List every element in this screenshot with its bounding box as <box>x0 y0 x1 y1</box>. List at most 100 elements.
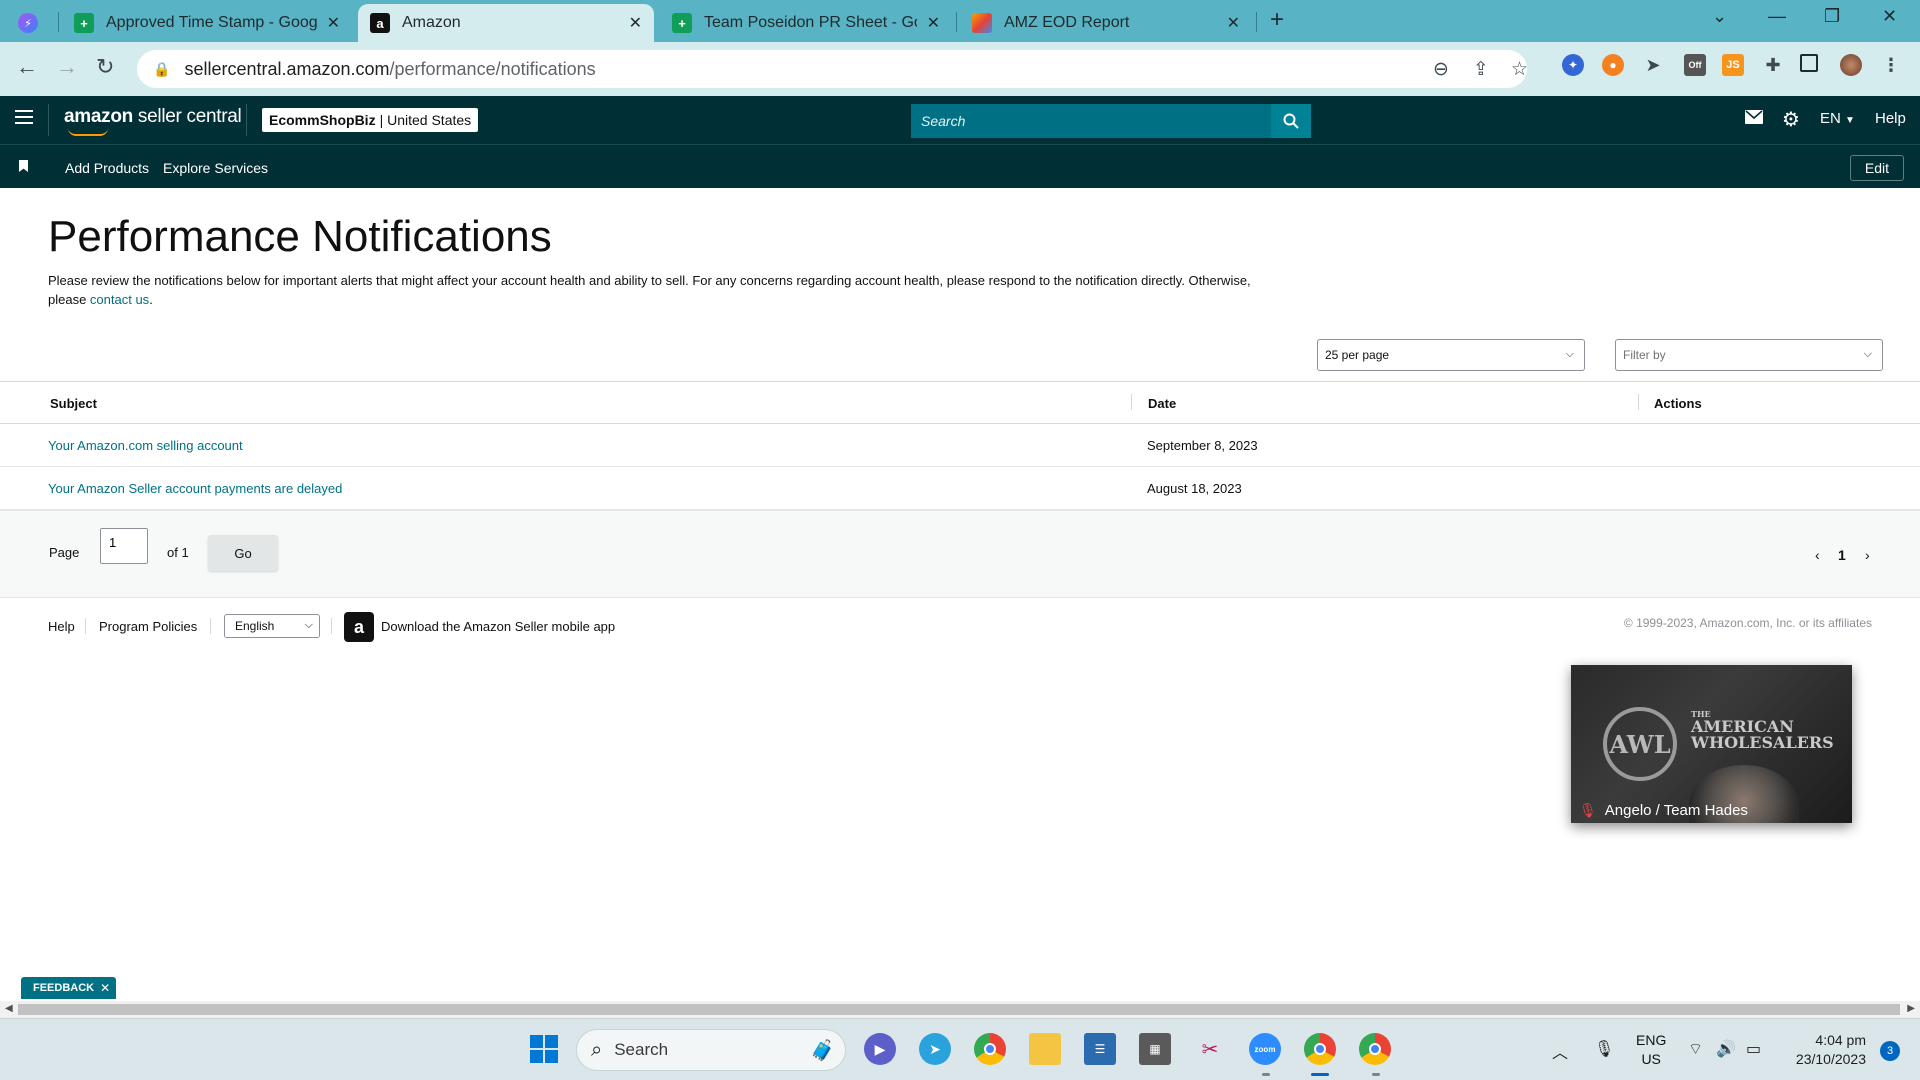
feedback-label: FEEDBACK <box>33 982 95 994</box>
meet-app-icon[interactable]: ▶ <box>864 1033 896 1065</box>
current-page-number[interactable]: 1 <box>1838 547 1846 563</box>
reload-icon[interactable]: ↻ <box>96 54 114 80</box>
address-bar[interactable]: 🔒 sellercentral.amazon.com/performance/n… <box>137 50 1528 88</box>
footer-language-select[interactable]: English ⌵ <box>224 614 320 638</box>
horizontal-scrollbar[interactable]: ◀ ▶ <box>0 1001 1920 1018</box>
microphone-icon[interactable]: 🎙 <box>1594 1039 1614 1059</box>
browser-tab-strip: ⚡ + Approved Time Stamp - Google ✕ a Ama… <box>0 0 1920 42</box>
mail-icon[interactable] <box>1745 110 1763 128</box>
go-button[interactable]: Go <box>208 535 278 571</box>
settings-gear-icon[interactable]: ⚙ <box>1782 107 1800 132</box>
feedback-button[interactable]: FEEDBACK ✕ <box>21 977 117 999</box>
bookmark-star-icon[interactable]: ☆ <box>1511 58 1528 81</box>
program-policies-link[interactable]: Program Policies <box>99 619 197 634</box>
zoom-app-icon[interactable]: zoom <box>1249 1033 1281 1065</box>
show-hidden-icons-chevron-icon[interactable]: ︿ <box>1552 1039 1568 1063</box>
file-explorer-icon[interactable] <box>1029 1033 1061 1065</box>
column-subject[interactable]: Subject <box>50 396 97 411</box>
restore-icon[interactable]: ❐ <box>1824 6 1840 27</box>
next-page-chevron-icon[interactable]: › <box>1865 547 1870 563</box>
extension-icon[interactable]: ✦ <box>1562 54 1584 76</box>
amazon-seller-app-icon[interactable]: a <box>344 612 374 642</box>
page-number-input[interactable] <box>100 528 148 564</box>
notification-count-badge[interactable]: 3 <box>1880 1041 1900 1061</box>
chrome-icon[interactable] <box>974 1033 1006 1065</box>
account-switcher[interactable]: EcommShopBiz | United States <box>262 108 479 132</box>
bookmark-icon[interactable] <box>19 160 28 172</box>
snipping-tool-icon[interactable]: ✂ <box>1194 1033 1226 1065</box>
close-tab-icon[interactable]: ✕ <box>927 13 940 33</box>
nav-explore-services[interactable]: Explore Services <box>163 160 268 176</box>
telegram-icon[interactable]: ➤ <box>919 1033 951 1065</box>
filter-by-select[interactable]: Filter by ⌵ <box>1615 339 1883 371</box>
close-tab-icon[interactable]: ✕ <box>1227 13 1240 33</box>
filter-placeholder: Filter by <box>1623 348 1666 362</box>
side-panel-icon[interactable] <box>1800 54 1818 72</box>
messenger-tab-icon[interactable]: ⚡ <box>18 4 38 42</box>
nav-add-products[interactable]: Add Products <box>65 160 149 176</box>
lock-icon[interactable]: 🔒 <box>153 61 170 78</box>
tab-team-poseidon[interactable]: + Team Poseidon PR Sheet - Goog ✕ <box>660 4 952 42</box>
wifi-icon[interactable]: ⌔ <box>1688 1039 1703 1059</box>
extensions-puzzle-icon[interactable]: ✚ <box>1762 54 1784 76</box>
minimize-icon[interactable]: — <box>1768 6 1786 27</box>
forward-icon[interactable]: → <box>56 54 78 80</box>
footer-help-link[interactable]: Help <box>48 619 75 634</box>
scroll-left-arrow-icon[interactable]: ◀ <box>5 1003 13 1014</box>
notification-subject-link[interactable]: Your Amazon Seller account payments are … <box>48 481 342 496</box>
browser-menu-icon[interactable]: ⋮ <box>1880 54 1902 76</box>
page-of-label: of 1 <box>167 545 189 560</box>
close-feedback-icon[interactable]: ✕ <box>100 981 110 995</box>
js-extension-icon[interactable]: JS <box>1722 54 1744 76</box>
extension-icon[interactable]: ➤ <box>1642 54 1664 76</box>
back-icon[interactable]: ← <box>16 54 38 80</box>
menu-hamburger-icon[interactable] <box>15 110 33 124</box>
share-icon[interactable]: ⇪ <box>1473 58 1489 81</box>
language-selector[interactable]: EN ▼ <box>1820 110 1855 127</box>
close-tab-icon[interactable]: ✕ <box>629 13 642 33</box>
calculator-icon[interactable]: ▦ <box>1139 1033 1171 1065</box>
chrome-profile-icon[interactable] <box>1359 1033 1391 1065</box>
zoom-icon[interactable]: ⊖ <box>1433 58 1449 81</box>
notification-subject-link[interactable]: Your Amazon.com selling account <box>48 438 243 453</box>
close-window-icon[interactable]: ✕ <box>1882 6 1897 27</box>
per-page-select[interactable]: 25 per page ⌵ <box>1317 339 1585 371</box>
footer-divider <box>210 618 211 634</box>
tab-title: AMZ EOD Report <box>1004 14 1130 31</box>
tab-approved-time-stamp[interactable]: + Approved Time Stamp - Google ✕ <box>62 4 352 42</box>
extension-icon[interactable]: ● <box>1602 54 1624 76</box>
chrome-profile-icon[interactable] <box>1304 1033 1336 1065</box>
taskbar-clock[interactable]: 4:04 pm 23/10/2023 <box>1796 1031 1866 1069</box>
taskbar-search[interactable]: ⌕ Search 🧳 <box>576 1029 846 1071</box>
header-help-link[interactable]: Help <box>1875 110 1906 127</box>
windows-start-icon[interactable] <box>528 1033 560 1065</box>
input-language-indicator[interactable]: ENG US <box>1636 1031 1666 1069</box>
seller-central-logo[interactable]: amazon seller central <box>64 106 242 136</box>
extension-off-icon[interactable]: Off <box>1684 54 1706 76</box>
contact-us-link[interactable]: contact us <box>90 292 149 307</box>
scrollbar-thumb[interactable] <box>18 1004 1900 1015</box>
notification-date: August 18, 2023 <box>1147 481 1242 496</box>
profile-avatar[interactable] <box>1840 54 1862 76</box>
scroll-right-arrow-icon[interactable]: ▶ <box>1907 1003 1915 1014</box>
url-text[interactable]: sellercentral.amazon.com/performance/not… <box>184 59 595 80</box>
notepad-icon[interactable]: ☰ <box>1084 1033 1116 1065</box>
search-input[interactable] <box>911 104 1271 138</box>
close-tab-icon[interactable]: ✕ <box>327 13 340 33</box>
tab-amz-eod-report[interactable]: AMZ EOD Report ✕ <box>960 4 1252 42</box>
new-tab-button[interactable]: + <box>1270 6 1284 34</box>
battery-icon[interactable]: ▭ <box>1746 1039 1761 1059</box>
volume-icon[interactable]: 🔊 <box>1716 1039 1736 1059</box>
edit-bookmarks-button[interactable]: Edit <box>1849 155 1904 181</box>
video-call-overlay[interactable]: AWL THE AMERICAN WHOLESALERS 🎙 Angelo / … <box>1571 665 1852 823</box>
search-button[interactable] <box>1271 104 1311 138</box>
column-date[interactable]: Date <box>1148 396 1176 411</box>
tab-amazon[interactable]: a Amazon ✕ <box>358 4 654 42</box>
clock-time: 4:04 pm <box>1815 1032 1866 1048</box>
tab-search-chevron-icon[interactable]: ⌄ <box>1712 6 1727 27</box>
tab-title: Team Poseidon PR Sheet - Goog <box>704 14 917 31</box>
download-app-link[interactable]: Download the Amazon Seller mobile app <box>381 619 615 634</box>
tab-separator <box>58 12 59 32</box>
previous-page-chevron-icon[interactable]: ‹ <box>1815 547 1820 563</box>
account-name: EcommShopBiz <box>269 112 376 128</box>
